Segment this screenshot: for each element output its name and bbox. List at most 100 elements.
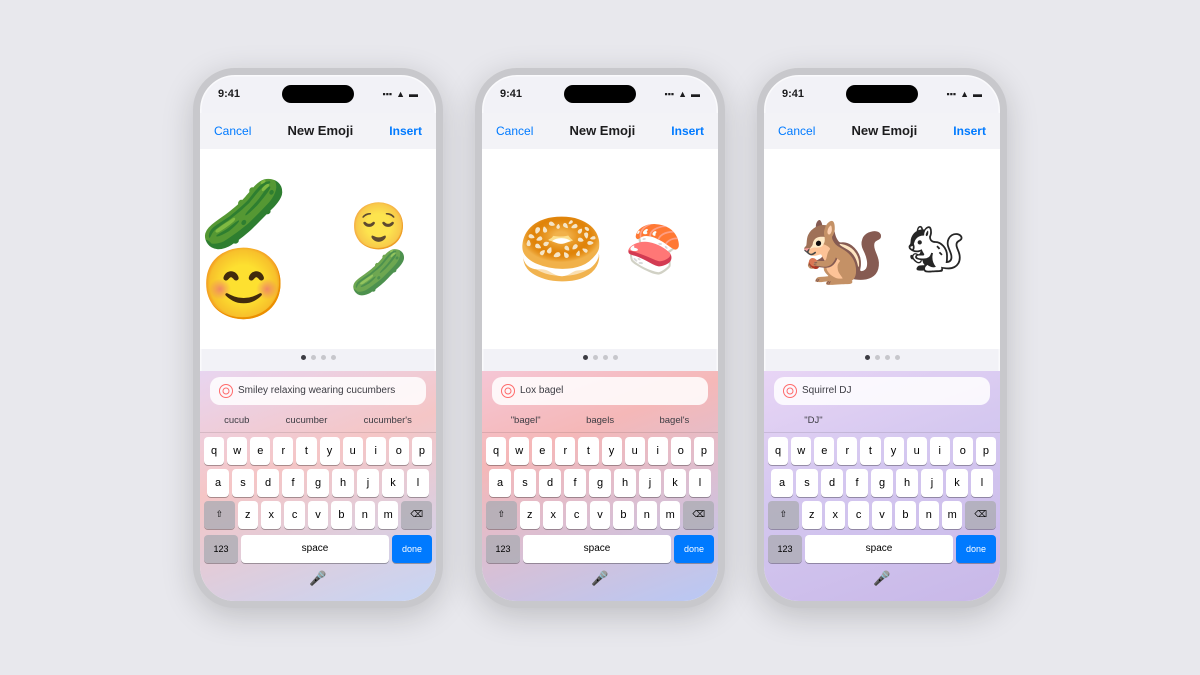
key-3-l[interactable]: l (971, 469, 993, 497)
insert-button-1[interactable]: Insert (389, 124, 422, 138)
mic-icon-1[interactable]: 🎤 (309, 570, 326, 587)
search-input-3[interactable]: Squirrel DJ (774, 377, 990, 405)
key-3-shift[interactable]: ⇧ (768, 501, 799, 529)
key-2-delete[interactable]: ⌫ (683, 501, 714, 529)
suggestion-1-2[interactable]: cucumber (282, 413, 332, 428)
key-2-s[interactable]: s (514, 469, 536, 497)
key-m[interactable]: m (378, 501, 398, 529)
key-b[interactable]: b (331, 501, 351, 529)
key-2-l[interactable]: l (689, 469, 711, 497)
mic-icon-2[interactable]: 🎤 (591, 570, 608, 587)
key-123-2[interactable]: 123 (486, 535, 520, 563)
suggestion-1-3[interactable]: cucumber's (360, 413, 416, 428)
key-3-o[interactable]: o (953, 437, 973, 465)
key-shift[interactable]: ⇧ (204, 501, 235, 529)
key-3-z[interactable]: z (802, 501, 822, 529)
key-o[interactable]: o (389, 437, 409, 465)
key-2-a[interactable]: a (489, 469, 511, 497)
key-n[interactable]: n (355, 501, 375, 529)
key-3-w[interactable]: w (791, 437, 811, 465)
key-h[interactable]: h (332, 469, 354, 497)
key-l[interactable]: l (407, 469, 429, 497)
key-2-f[interactable]: f (564, 469, 586, 497)
key-2-q[interactable]: q (486, 437, 506, 465)
key-z[interactable]: z (238, 501, 258, 529)
search-input-1[interactable]: Smiley relaxing wearing cucumbers (210, 377, 426, 405)
key-2-shift[interactable]: ⇧ (486, 501, 517, 529)
key-2-t[interactable]: t (578, 437, 598, 465)
key-3-x[interactable]: x (825, 501, 845, 529)
key-y[interactable]: y (320, 437, 340, 465)
key-2-o[interactable]: o (671, 437, 691, 465)
key-3-y[interactable]: y (884, 437, 904, 465)
key-3-j[interactable]: j (921, 469, 943, 497)
key-j[interactable]: j (357, 469, 379, 497)
key-space-2[interactable]: space (523, 535, 671, 563)
key-3-n[interactable]: n (919, 501, 939, 529)
cancel-button-3[interactable]: Cancel (778, 124, 815, 138)
key-done-1[interactable]: done (392, 535, 432, 563)
mic-icon-3[interactable]: 🎤 (873, 570, 890, 587)
key-space-3[interactable]: space (805, 535, 953, 563)
insert-button-2[interactable]: Insert (671, 124, 704, 138)
key-e[interactable]: e (250, 437, 270, 465)
key-2-j[interactable]: j (639, 469, 661, 497)
key-2-b[interactable]: b (613, 501, 633, 529)
key-2-r[interactable]: r (555, 437, 575, 465)
key-3-e[interactable]: e (814, 437, 834, 465)
key-2-z[interactable]: z (520, 501, 540, 529)
key-v[interactable]: v (308, 501, 328, 529)
key-3-d[interactable]: d (821, 469, 843, 497)
key-3-r[interactable]: r (837, 437, 857, 465)
key-done-2[interactable]: done (674, 535, 714, 563)
key-2-v[interactable]: v (590, 501, 610, 529)
key-t[interactable]: t (296, 437, 316, 465)
key-3-b[interactable]: b (895, 501, 915, 529)
key-3-u[interactable]: u (907, 437, 927, 465)
search-input-2[interactable]: Lox bagel (492, 377, 708, 405)
suggestion-2-3[interactable]: bagel's (655, 413, 693, 428)
key-u[interactable]: u (343, 437, 363, 465)
key-space-1[interactable]: space (241, 535, 389, 563)
key-3-a[interactable]: a (771, 469, 793, 497)
key-3-s[interactable]: s (796, 469, 818, 497)
suggestion-2-2[interactable]: bagels (582, 413, 618, 428)
suggestion-2-1[interactable]: "bagel" (507, 413, 545, 428)
key-3-delete[interactable]: ⌫ (965, 501, 996, 529)
key-c[interactable]: c (284, 501, 304, 529)
key-3-m[interactable]: m (942, 501, 962, 529)
key-g[interactable]: g (307, 469, 329, 497)
key-p[interactable]: p (412, 437, 432, 465)
key-done-3[interactable]: done (956, 535, 996, 563)
cancel-button-1[interactable]: Cancel (214, 124, 251, 138)
key-q[interactable]: q (204, 437, 224, 465)
key-2-x[interactable]: x (543, 501, 563, 529)
key-2-h[interactable]: h (614, 469, 636, 497)
key-2-y[interactable]: y (602, 437, 622, 465)
key-w[interactable]: w (227, 437, 247, 465)
insert-button-3[interactable]: Insert (953, 124, 986, 138)
key-3-k[interactable]: k (946, 469, 968, 497)
key-2-e[interactable]: e (532, 437, 552, 465)
key-2-p[interactable]: p (694, 437, 714, 465)
key-2-d[interactable]: d (539, 469, 561, 497)
key-s[interactable]: s (232, 469, 254, 497)
key-2-w[interactable]: w (509, 437, 529, 465)
key-d[interactable]: d (257, 469, 279, 497)
key-k[interactable]: k (382, 469, 404, 497)
key-3-h[interactable]: h (896, 469, 918, 497)
key-a[interactable]: a (207, 469, 229, 497)
key-r[interactable]: r (273, 437, 293, 465)
key-3-g[interactable]: g (871, 469, 893, 497)
key-3-f[interactable]: f (846, 469, 868, 497)
key-2-m[interactable]: m (660, 501, 680, 529)
key-2-i[interactable]: i (648, 437, 668, 465)
key-x[interactable]: x (261, 501, 281, 529)
key-f[interactable]: f (282, 469, 304, 497)
key-123-1[interactable]: 123 (204, 535, 238, 563)
key-2-k[interactable]: k (664, 469, 686, 497)
key-123-3[interactable]: 123 (768, 535, 802, 563)
cancel-button-2[interactable]: Cancel (496, 124, 533, 138)
key-3-t[interactable]: t (860, 437, 880, 465)
key-3-q[interactable]: q (768, 437, 788, 465)
